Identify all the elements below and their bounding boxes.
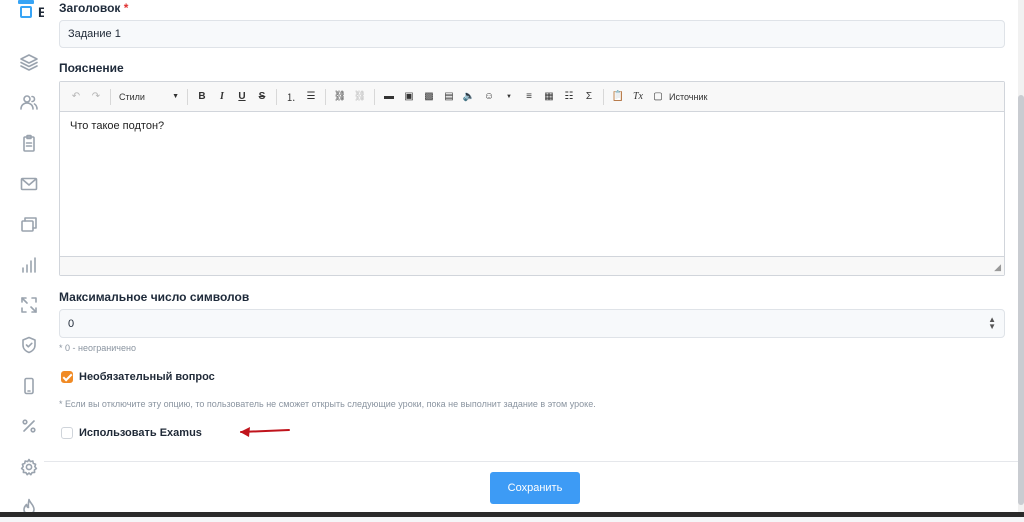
required-mark: * bbox=[123, 1, 129, 15]
bar-chart-icon[interactable] bbox=[19, 255, 39, 275]
max-chars-label: Максимальное число символов bbox=[59, 290, 250, 304]
align-icon[interactable]: ≡ bbox=[520, 88, 538, 106]
styles-dropdown-label: Стили bbox=[119, 91, 145, 102]
scrollbar-thumb[interactable] bbox=[1018, 95, 1024, 505]
examus-checkbox[interactable] bbox=[61, 427, 73, 439]
toolbar-separator bbox=[276, 88, 277, 105]
underline-button[interactable]: U bbox=[233, 88, 251, 106]
window-bottom-edge bbox=[0, 512, 1024, 517]
annotation-arrow-icon bbox=[240, 427, 290, 437]
bulleted-list-icon[interactable]: ☰ bbox=[302, 88, 320, 106]
link-icon[interactable]: ⛓ bbox=[331, 88, 349, 106]
percent-icon[interactable] bbox=[19, 416, 39, 436]
audio-icon[interactable]: 🔈 bbox=[460, 88, 478, 106]
resize-handle-icon[interactable]: ◢ bbox=[994, 262, 1001, 273]
windows-icon[interactable] bbox=[19, 214, 39, 234]
optional-question-label[interactable]: Необязательный вопрос bbox=[79, 371, 215, 383]
sidebar: B bbox=[0, 0, 48, 517]
number-spinner-icon[interactable]: ▲ ▼ bbox=[988, 316, 996, 331]
footer-divider bbox=[44, 461, 1018, 462]
bold-button[interactable]: B bbox=[193, 88, 211, 106]
mail-icon[interactable] bbox=[19, 174, 39, 194]
paste-icon[interactable]: 📋 bbox=[609, 88, 627, 106]
emoji-icon[interactable]: ☺ bbox=[480, 88, 498, 106]
logo-square bbox=[20, 6, 32, 18]
optional-question-hint: * Если вы отключите эту опцию, то пользо… bbox=[59, 399, 596, 409]
shield-check-icon[interactable] bbox=[19, 335, 39, 355]
unlink-icon[interactable]: ⛓ bbox=[351, 88, 369, 106]
video-icon[interactable]: ▩ bbox=[420, 88, 438, 106]
italic-button[interactable]: I bbox=[213, 88, 231, 106]
users-icon[interactable] bbox=[19, 92, 39, 112]
source-button-label[interactable]: Источник bbox=[669, 88, 707, 106]
dropdown-arrow-icon: ▼ bbox=[172, 93, 179, 100]
max-chars-input[interactable]: 0 ▲ ▼ bbox=[59, 309, 1005, 338]
anchor-icon[interactable]: ▬ bbox=[380, 88, 398, 106]
title-input[interactable]: Задание 1 bbox=[59, 20, 1005, 48]
explanation-label: Пояснение bbox=[59, 61, 124, 75]
editor-footer: ◢ bbox=[60, 256, 1004, 275]
numbered-list-icon[interactable]: ⒈ bbox=[282, 88, 300, 106]
phone-icon[interactable] bbox=[19, 376, 39, 396]
media-icon[interactable]: ▤ bbox=[440, 88, 458, 106]
toolbar-separator bbox=[325, 88, 326, 105]
title-label-text: Заголовок bbox=[59, 1, 121, 15]
title-label: Заголовок * bbox=[59, 1, 128, 15]
remove-format-icon[interactable]: Tx bbox=[629, 88, 647, 106]
styles-dropdown[interactable]: Стили ▼ bbox=[115, 88, 183, 106]
logo-bar bbox=[18, 0, 34, 4]
toolbar-separator bbox=[187, 88, 188, 105]
examus-label[interactable]: Использовать Examus bbox=[79, 427, 202, 439]
sum-icon[interactable]: Σ bbox=[580, 88, 598, 106]
layers-icon[interactable] bbox=[19, 52, 39, 72]
toolbar-separator bbox=[110, 88, 111, 105]
save-button[interactable]: Сохранить bbox=[490, 472, 580, 504]
strikethrough-button[interactable]: S bbox=[253, 88, 271, 106]
clipboard-icon[interactable] bbox=[19, 133, 39, 153]
main-content: Заголовок * Задание 1 Пояснение ↶ ↷ Стил… bbox=[44, 0, 1018, 517]
expand-icon[interactable] bbox=[19, 295, 39, 315]
source-icon[interactable]: ▢ bbox=[649, 88, 667, 106]
emoji-dropdown-arrow-icon[interactable]: ▼ bbox=[500, 88, 518, 106]
rich-text-editor[interactable]: ↶ ↷ Стили ▼ B I U S ⒈ ☰ ⛓ ⛓ ▬ ▣ ▩ ▤ 🔈 ☺ ▼… bbox=[59, 81, 1005, 276]
toolbar-separator bbox=[374, 88, 375, 105]
undo-button[interactable]: ↶ bbox=[67, 88, 85, 106]
editor-toolbar: ↶ ↷ Стили ▼ B I U S ⒈ ☰ ⛓ ⛓ ▬ ▣ ▩ ▤ 🔈 ☺ ▼… bbox=[60, 82, 1004, 112]
title-input-value: Задание 1 bbox=[68, 28, 121, 40]
logo[interactable]: B bbox=[18, 0, 48, 22]
toolbar-separator bbox=[603, 88, 604, 105]
list-icon[interactable]: ☷ bbox=[560, 88, 578, 106]
image-icon[interactable]: ▣ bbox=[400, 88, 418, 106]
max-chars-hint: * 0 - неограничено bbox=[59, 343, 136, 353]
settings-icon[interactable] bbox=[19, 457, 39, 477]
editor-content[interactable]: Что такое подтон? bbox=[60, 112, 1004, 258]
max-chars-value: 0 bbox=[68, 317, 75, 330]
table-icon[interactable]: ▦ bbox=[540, 88, 558, 106]
optional-question-checkbox[interactable] bbox=[61, 371, 73, 383]
redo-button[interactable]: ↷ bbox=[87, 88, 105, 106]
